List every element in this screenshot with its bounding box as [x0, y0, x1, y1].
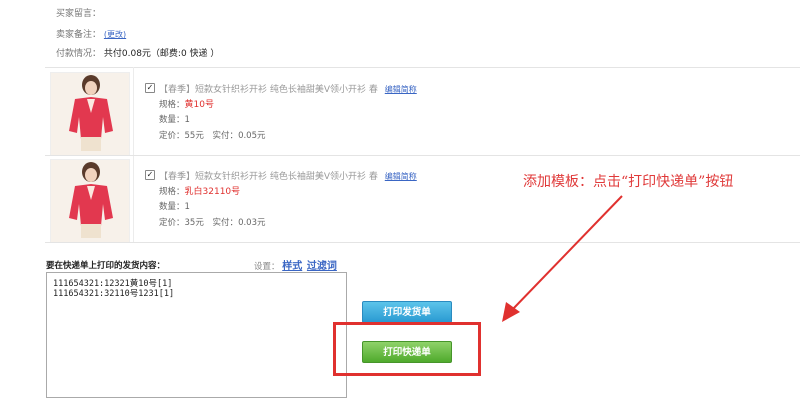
- seller-note-label: 卖家备注：: [56, 30, 102, 40]
- filter-words-link[interactable]: 过滤词: [307, 261, 337, 272]
- spec-value: 黄10号: [184, 100, 214, 110]
- item-checkbox[interactable]: ✓: [145, 83, 155, 93]
- qty-label: 数量：: [159, 202, 185, 212]
- settings-label: 设置：: [254, 262, 280, 272]
- spec-label: 规格：: [159, 100, 185, 110]
- item-spec-row: 规格：乳白32110号: [159, 184, 240, 197]
- divider: [45, 67, 800, 68]
- paid-label: 实付：: [212, 131, 239, 141]
- qty-value: 1: [184, 115, 190, 125]
- paid-value: 0.03元: [238, 218, 266, 228]
- print-content-heading: 要在快递单上打印的发货内容：: [46, 261, 166, 271]
- item-qty-row: 数量：1: [159, 113, 190, 125]
- item-qty-row: 数量：1: [159, 200, 190, 212]
- buyer-message-row: 买家留言：: [56, 6, 101, 19]
- item-price-row: 定价：35元 实付：0.03元: [159, 216, 266, 228]
- spec-label: 规格：: [159, 187, 185, 197]
- price-value: 35元: [184, 218, 204, 228]
- payment-label: 付款情况：: [56, 49, 102, 59]
- cardigan-image: [51, 160, 129, 242]
- print-settings: 设置： 样式 过滤词: [254, 257, 337, 272]
- item-price-row: 定价：55元 实付：0.05元: [159, 129, 266, 141]
- item-spec-row: 规格：黄10号: [159, 97, 214, 110]
- price-value: 55元: [184, 131, 204, 141]
- product-thumbnail: [50, 159, 130, 243]
- item-title: 【春季】短款女针织衫开衫 纯色长袖甜美V领小开衫 春: [159, 172, 378, 182]
- item-title-row: 【春季】短款女针织衫开衫 纯色长袖甜美V领小开衫 春 编辑简称: [159, 82, 417, 95]
- edit-shortname-link[interactable]: 编辑简称: [385, 85, 417, 94]
- qty-label: 数量：: [159, 115, 185, 125]
- print-content-textarea[interactable]: [46, 272, 347, 398]
- buyer-message-label: 买家留言：: [56, 9, 102, 19]
- style-link[interactable]: 样式: [282, 261, 302, 272]
- item-checkbox[interactable]: ✓: [145, 170, 155, 180]
- paid-value: 0.05元: [238, 131, 266, 141]
- payment-value: 共付0.08元（邮费:0 快递 ）: [103, 49, 220, 59]
- item-title: 【春季】短款女针织衫开衫 纯色长袖甜美V领小开衫 春: [159, 85, 378, 95]
- paid-label: 实付：: [212, 218, 239, 228]
- highlight-box: [333, 322, 481, 376]
- product-thumbnail: [50, 72, 130, 156]
- red-arrow-icon: [502, 195, 623, 322]
- qty-value: 1: [184, 202, 190, 212]
- seller-note-row: 卖家备注： (更改): [56, 27, 126, 40]
- price-label: 定价：: [159, 218, 185, 228]
- divider: [45, 242, 800, 243]
- seller-note-change-link[interactable]: (更改): [104, 30, 126, 39]
- item-title-row: 【春季】短款女针织衫开衫 纯色长袖甜美V领小开衫 春 编辑简称: [159, 169, 417, 182]
- annotation-text: 添加模板：点击“打印快递单”按钮: [523, 174, 734, 190]
- price-label: 定价：: [159, 131, 185, 141]
- payment-row: 付款情况： 共付0.08元（邮费:0 快递 ）: [56, 46, 219, 59]
- divider: [45, 155, 800, 156]
- edit-shortname-link[interactable]: 编辑简称: [385, 172, 417, 181]
- spec-value: 乳白32110号: [184, 187, 241, 197]
- print-invoice-button[interactable]: 打印发货单: [362, 301, 452, 323]
- cardigan-image: [51, 73, 129, 155]
